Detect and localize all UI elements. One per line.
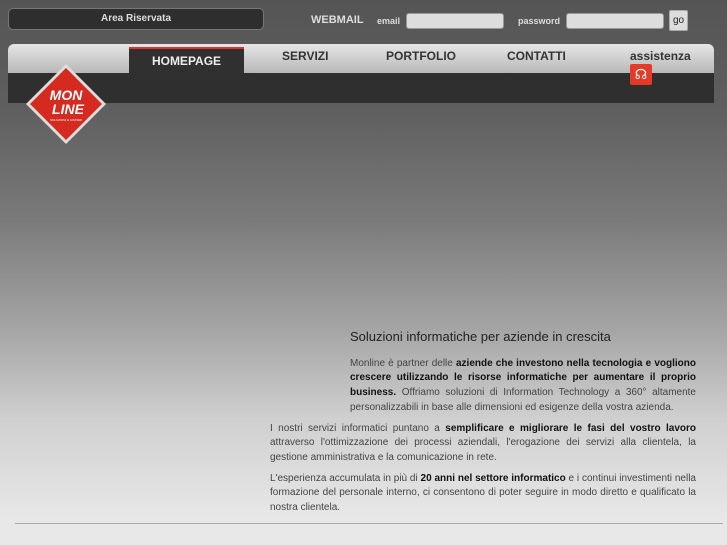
nav-homepage[interactable]: HOMEPAGE bbox=[129, 47, 244, 73]
nav-assistenza[interactable]: assistenza bbox=[630, 49, 691, 63]
nav-bar bbox=[8, 44, 714, 73]
divider bbox=[15, 523, 723, 524]
email-label: email bbox=[377, 16, 401, 26]
go-button[interactable]: go bbox=[669, 10, 688, 31]
webmail-label: WEBMAIL bbox=[311, 14, 364, 26]
nav-bar-dark bbox=[8, 73, 714, 103]
email-input[interactable] bbox=[406, 13, 504, 29]
monline-logo[interactable]: MON LINE SOLUZIONI E SISTEMI bbox=[25, 63, 107, 145]
svg-text:LINE: LINE bbox=[52, 101, 85, 117]
nav-contatti[interactable]: CONTATTI bbox=[507, 49, 566, 63]
nav-portfolio[interactable]: PORTFOLIO bbox=[386, 49, 456, 63]
headset-icon[interactable]: ☊ bbox=[630, 64, 652, 85]
nav-servizi[interactable]: SERVIZI bbox=[282, 49, 328, 63]
experience-paragraph: L'esperienza accumulata in più di 20 ann… bbox=[270, 472, 696, 514]
intro-paragraph: Monline è partner delle aziende che inve… bbox=[350, 357, 697, 413]
svg-text:SOLUZIONI E SISTEMI: SOLUZIONI E SISTEMI bbox=[50, 118, 82, 122]
area-riservata-button[interactable]: Area Riservata bbox=[8, 8, 264, 30]
password-input[interactable] bbox=[566, 13, 664, 29]
services-paragraph: I nostri servizi informatici puntano a s… bbox=[270, 422, 696, 463]
password-label: password bbox=[518, 16, 561, 26]
main-content: Soluzioni informatiche per aziende in cr… bbox=[270, 329, 697, 522]
page-title: Soluzioni informatiche per aziende in cr… bbox=[350, 329, 611, 344]
